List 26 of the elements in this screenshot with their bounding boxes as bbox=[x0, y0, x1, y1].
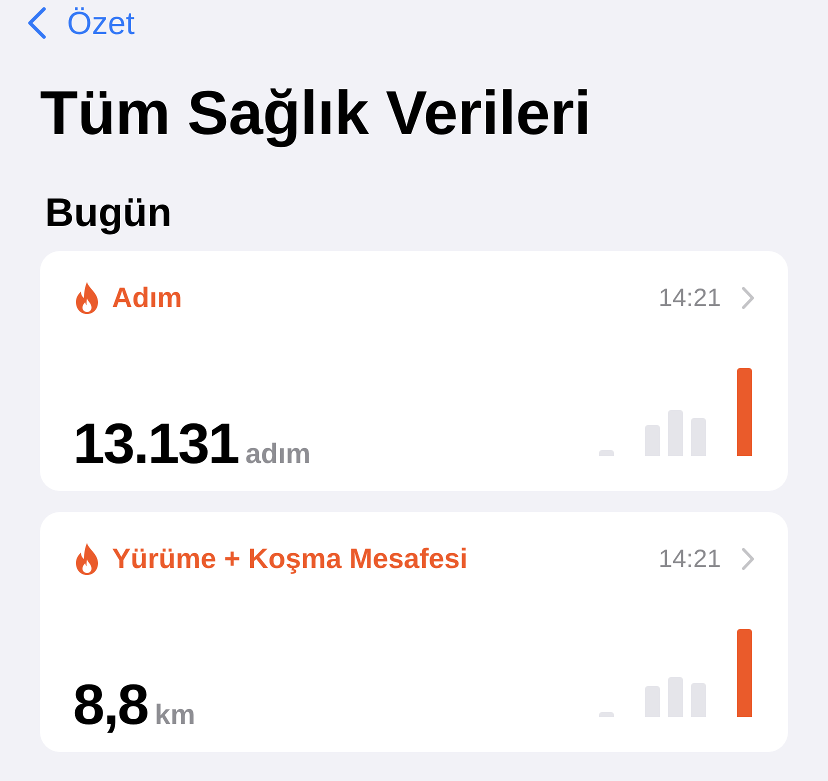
page-title: Tüm Sağlık Verileri bbox=[40, 80, 592, 148]
chart-bar bbox=[599, 450, 614, 456]
health-data-card[interactable]: Yürüme + Koşma Mesafesi 14:21 8,8 km bbox=[40, 512, 788, 752]
chevron-right-icon bbox=[741, 286, 755, 310]
timestamp: 14:21 bbox=[658, 544, 721, 574]
chevron-right-icon bbox=[741, 547, 755, 571]
back-button[interactable]: Özet bbox=[27, 6, 135, 40]
chart-bar bbox=[668, 410, 683, 456]
chart-bar bbox=[668, 677, 683, 717]
metric-unit: km bbox=[154, 699, 196, 731]
section-title: Bugün bbox=[45, 190, 173, 236]
metric-unit: adım bbox=[245, 438, 311, 470]
flame-icon bbox=[74, 282, 100, 314]
chart-bar bbox=[691, 418, 706, 456]
chart-bar bbox=[645, 686, 660, 717]
card-title: Adım bbox=[112, 282, 182, 314]
metric-value: 8,8 bbox=[73, 677, 148, 734]
health-data-card[interactable]: Adım 14:21 13.131 adım bbox=[40, 251, 788, 491]
chart-bar bbox=[599, 712, 614, 717]
timestamp: 14:21 bbox=[658, 284, 721, 312]
flame-icon bbox=[74, 543, 100, 575]
chart-bar bbox=[645, 425, 660, 456]
metric-value: 13.131 bbox=[73, 416, 238, 473]
card-title: Yürüme + Koşma Mesafesi bbox=[112, 543, 468, 575]
chart-bar bbox=[691, 683, 706, 717]
chevron-left-icon bbox=[27, 7, 47, 39]
